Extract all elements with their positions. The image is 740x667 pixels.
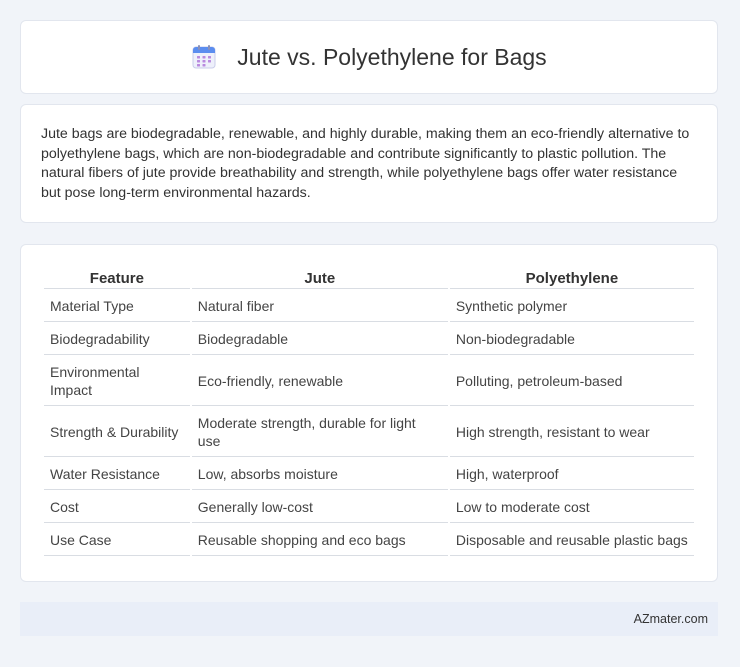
- jute-cell: Eco-friendly, renewable: [191, 355, 448, 406]
- table-row: Environmental Impact Eco-friendly, renew…: [44, 355, 694, 406]
- comparison-card: Feature Jute Polyethylene Material Type …: [20, 244, 718, 582]
- footer: AZmater.com: [20, 602, 718, 636]
- jute-cell: Natural fiber: [191, 289, 448, 322]
- feature-cell: Biodegradability: [44, 322, 190, 355]
- polyethylene-cell: Polluting, petroleum-based: [449, 355, 694, 406]
- polyethylene-cell: Synthetic polymer: [449, 289, 694, 322]
- polyethylene-cell: Disposable and reusable plastic bags: [449, 523, 694, 556]
- polyethylene-cell: High, waterproof: [449, 457, 694, 490]
- table-row: Water Resistance Low, absorbs moisture H…: [44, 457, 694, 490]
- feature-cell: Environmental Impact: [44, 355, 190, 406]
- feature-cell: Cost: [44, 490, 190, 523]
- jute-cell: Biodegradable: [191, 322, 448, 355]
- header-feature: Feature: [44, 267, 190, 289]
- table-row: Strength & Durability Moderate strength,…: [44, 406, 694, 457]
- table-row: Biodegradability Biodegradable Non-biode…: [44, 322, 694, 355]
- calendar-icon: [192, 45, 216, 69]
- footer-brand: AZmater.com: [633, 612, 708, 626]
- polyethylene-cell: Non-biodegradable: [449, 322, 694, 355]
- summary-text: Jute bags are biodegradable, renewable, …: [41, 126, 690, 201]
- title-wrap: Jute vs. Polyethylene for Bags: [191, 43, 547, 71]
- polyethylene-cell: High strength, resistant to wear: [449, 406, 694, 457]
- header-jute: Jute: [191, 267, 448, 289]
- summary-card: Jute bags are biodegradable, renewable, …: [20, 104, 718, 223]
- feature-cell: Material Type: [44, 289, 190, 322]
- jute-cell: Generally low-cost: [191, 490, 448, 523]
- table-row: Cost Generally low-cost Low to moderate …: [44, 490, 694, 523]
- header-polyethylene: Polyethylene: [449, 267, 694, 289]
- page-title: Jute vs. Polyethylene for Bags: [237, 43, 547, 70]
- comparison-table: Feature Jute Polyethylene Material Type …: [42, 267, 696, 556]
- title-card: Jute vs. Polyethylene for Bags: [20, 20, 718, 94]
- feature-cell: Use Case: [44, 523, 190, 556]
- table-row: Use Case Reusable shopping and eco bags …: [44, 523, 694, 556]
- table-header-row: Feature Jute Polyethylene: [44, 267, 694, 289]
- polyethylene-cell: Low to moderate cost: [449, 490, 694, 523]
- jute-cell: Low, absorbs moisture: [191, 457, 448, 490]
- feature-cell: Water Resistance: [44, 457, 190, 490]
- jute-cell: Moderate strength, durable for light use: [191, 406, 448, 457]
- table-row: Material Type Natural fiber Synthetic po…: [44, 289, 694, 322]
- jute-cell: Reusable shopping and eco bags: [191, 523, 448, 556]
- feature-cell: Strength & Durability: [44, 406, 190, 457]
